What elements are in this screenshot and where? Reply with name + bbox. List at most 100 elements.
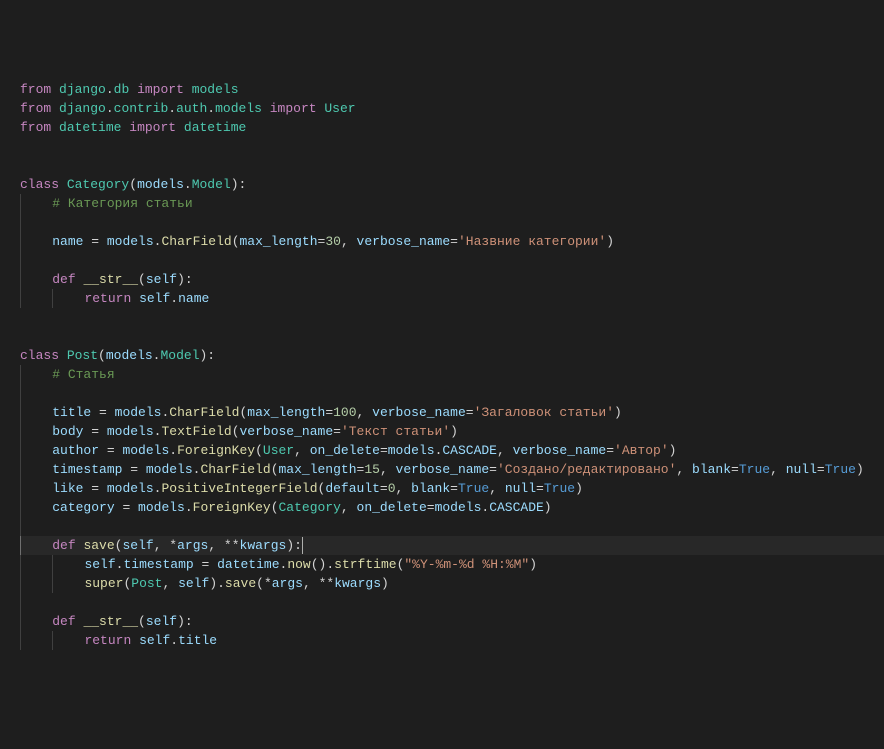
- token-name: models: [388, 441, 435, 460]
- code-line[interactable]: category = models.ForeignKey(Category, o…: [20, 498, 884, 517]
- code-line[interactable]: name = models.CharField(max_length=30, v…: [20, 232, 884, 251]
- token-punct: .: [168, 99, 176, 118]
- token-str: 'Назвние категории': [458, 232, 606, 251]
- code-line[interactable]: class Post(models.Model):: [20, 346, 884, 365]
- indent-guide: [52, 631, 84, 650]
- token-kw: from: [20, 118, 51, 137]
- token-name: category: [52, 498, 114, 517]
- code-line[interactable]: [20, 384, 884, 403]
- token-fn: strftime: [334, 555, 396, 574]
- token-punct: (: [98, 346, 106, 365]
- token-param: blank: [692, 460, 731, 479]
- code-line[interactable]: author = models.ForeignKey(User, on_dele…: [20, 441, 884, 460]
- token-punct: (: [129, 175, 137, 194]
- token-punct: .: [185, 498, 193, 517]
- code-line[interactable]: return self.title: [20, 631, 884, 650]
- text-cursor: [302, 537, 303, 554]
- code-line[interactable]: [20, 308, 884, 327]
- token-punct: (: [115, 536, 123, 555]
- token-param: verbose_name: [396, 460, 490, 479]
- code-line[interactable]: from django.db import models: [20, 80, 884, 99]
- token-punct: [59, 175, 67, 194]
- indent-guide: [20, 517, 52, 536]
- code-line[interactable]: def __str__(self):: [20, 612, 884, 631]
- code-line[interactable]: # Категория статьи: [20, 194, 884, 213]
- token-param: verbose_name: [357, 232, 451, 251]
- code-line[interactable]: title = models.CharField(max_length=100,…: [20, 403, 884, 422]
- token-kw: from: [20, 99, 51, 118]
- token-fn: __str__: [83, 270, 138, 289]
- token-punct: ,: [380, 460, 396, 479]
- token-punct: ,: [676, 460, 692, 479]
- code-line[interactable]: return self.name: [20, 289, 884, 308]
- token-num: 30: [325, 232, 341, 251]
- token-name: models: [107, 232, 154, 251]
- token-punct: .: [169, 441, 177, 460]
- code-line[interactable]: class Category(models.Model):: [20, 175, 884, 194]
- token-name: models: [146, 460, 193, 479]
- token-punct: .: [154, 232, 162, 251]
- token-punct: .: [116, 555, 124, 574]
- code-line[interactable]: self.timestamp = datetime.now().strftime…: [20, 555, 884, 574]
- token-fn: TextField: [161, 422, 231, 441]
- code-line[interactable]: super(Post, self).save(*args, **kwargs): [20, 574, 884, 593]
- code-line[interactable]: [20, 593, 884, 612]
- token-punct: ): [606, 232, 614, 251]
- token-punct: =: [731, 460, 739, 479]
- token-punct: =: [380, 479, 388, 498]
- code-line[interactable]: [20, 517, 884, 536]
- code-line[interactable]: [20, 251, 884, 270]
- token-mod: django: [59, 80, 106, 99]
- token-const: True: [458, 479, 489, 498]
- code-editor[interactable]: from django.db import modelsfrom django.…: [0, 76, 884, 654]
- token-const: True: [739, 460, 770, 479]
- token-kw: import: [270, 99, 317, 118]
- token-punct: =: [466, 403, 474, 422]
- token-fn: CharField: [200, 460, 270, 479]
- token-param: null: [786, 460, 817, 479]
- token-num: 100: [333, 403, 356, 422]
- token-punct: [131, 289, 139, 308]
- token-mod: models: [192, 80, 239, 99]
- token-fn: now: [287, 555, 310, 574]
- code-line[interactable]: def __str__(self):: [20, 270, 884, 289]
- code-line[interactable]: [20, 156, 884, 175]
- code-line[interactable]: # Статья: [20, 365, 884, 384]
- token-punct: [176, 118, 184, 137]
- token-param: on_delete: [310, 441, 380, 460]
- code-line[interactable]: def save(self, *args, **kwargs):: [20, 536, 884, 555]
- token-punct: =: [357, 460, 365, 479]
- token-mod: Post: [67, 346, 98, 365]
- code-line[interactable]: like = models.PositiveIntegerField(defau…: [20, 479, 884, 498]
- token-fn: CharField: [161, 232, 231, 251]
- token-punct: [131, 631, 139, 650]
- code-line[interactable]: timestamp = models.CharField(max_length=…: [20, 460, 884, 479]
- token-punct: [129, 80, 137, 99]
- token-punct: ,: [770, 460, 786, 479]
- code-line[interactable]: from django.contrib.auth.models import U…: [20, 99, 884, 118]
- token-punct: .: [153, 346, 161, 365]
- indent-guide: [20, 270, 52, 289]
- token-fn: super: [84, 574, 123, 593]
- token-punct: [262, 99, 270, 118]
- token-name: models: [107, 422, 154, 441]
- token-punct: =: [83, 232, 106, 251]
- token-name: self: [84, 555, 115, 574]
- token-punct: (: [318, 479, 326, 498]
- token-punct: =: [325, 403, 333, 422]
- token-punct: =: [606, 441, 614, 460]
- token-param: verbose_name: [513, 441, 607, 460]
- code-line[interactable]: body = models.TextField(verbose_name='Те…: [20, 422, 884, 441]
- code-line[interactable]: from datetime import datetime: [20, 118, 884, 137]
- token-name: self: [139, 289, 170, 308]
- code-line[interactable]: [20, 137, 884, 156]
- token-punct: (: [271, 460, 279, 479]
- token-punct: [184, 80, 192, 99]
- token-punct: .: [154, 422, 162, 441]
- token-param: verbose_name: [240, 422, 334, 441]
- token-punct: ,: [357, 403, 373, 422]
- token-kw: from: [20, 80, 51, 99]
- code-line[interactable]: [20, 327, 884, 346]
- token-punct: .: [193, 460, 201, 479]
- code-line[interactable]: [20, 213, 884, 232]
